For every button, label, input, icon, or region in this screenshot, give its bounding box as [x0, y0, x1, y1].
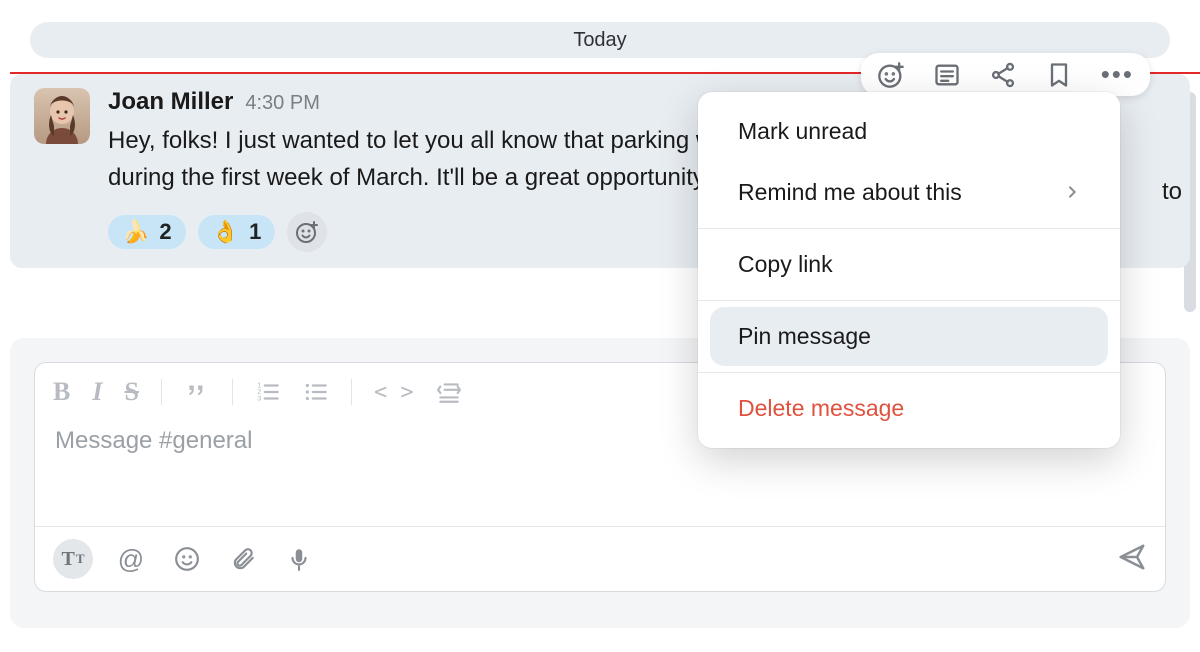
reaction-banana[interactable]: 🍌 2 — [108, 215, 186, 249]
reaction-ok-hand[interactable]: 👌 1 — [198, 215, 276, 249]
add-reaction-icon[interactable] — [877, 61, 905, 89]
menu-label: Mark unread — [738, 118, 867, 145]
code-block-button[interactable] — [436, 379, 462, 405]
overflow-text-fragment: to — [1162, 178, 1182, 206]
add-reaction-button[interactable] — [287, 212, 327, 252]
mention-button[interactable]: @ — [113, 541, 149, 577]
menu-separator — [698, 228, 1120, 229]
ordered-list-button[interactable]: 123 — [255, 379, 281, 405]
thread-icon[interactable] — [933, 61, 961, 89]
toolbar-separator — [232, 379, 233, 405]
strikethrough-button[interactable]: S — [124, 377, 138, 407]
menu-label: Pin message — [738, 323, 871, 350]
menu-separator — [698, 300, 1120, 301]
attachment-button[interactable] — [225, 541, 261, 577]
share-icon[interactable] — [989, 61, 1017, 89]
composer-bottom-toolbar: TT @ — [35, 527, 1165, 591]
menu-label: Copy link — [738, 251, 833, 278]
menu-pin-message[interactable]: Pin message — [710, 307, 1108, 366]
menu-mark-unread[interactable]: Mark unread — [710, 102, 1108, 161]
bold-button[interactable]: B — [53, 377, 70, 407]
menu-separator — [698, 372, 1120, 373]
reaction-count: 1 — [249, 219, 261, 245]
toolbar-separator — [351, 379, 352, 405]
message-hover-toolbar: ••• — [861, 53, 1150, 96]
more-actions-icon[interactable]: ••• — [1101, 59, 1134, 90]
unordered-list-button[interactable] — [303, 379, 329, 405]
bookmark-icon[interactable] — [1045, 61, 1073, 89]
italic-button[interactable]: I — [92, 377, 102, 407]
menu-copy-link[interactable]: Copy link — [710, 235, 1108, 294]
formatting-toggle-button[interactable]: TT — [53, 539, 93, 579]
send-button[interactable] — [1117, 542, 1147, 577]
date-label: Today — [573, 29, 626, 52]
ok-hand-emoji: 👌 — [212, 219, 239, 245]
chevron-right-icon — [1064, 179, 1080, 206]
emoji-button[interactable] — [169, 541, 205, 577]
menu-delete-message[interactable]: Delete message — [710, 379, 1108, 438]
menu-remind-me[interactable]: Remind me about this — [710, 163, 1108, 222]
menu-label: Delete message — [738, 395, 904, 422]
message-context-menu: Mark unread Remind me about this Copy li… — [698, 92, 1120, 448]
message-author[interactable]: Joan Miller — [108, 88, 233, 116]
audio-record-button[interactable] — [281, 541, 317, 577]
menu-label: Remind me about this — [738, 179, 962, 206]
avatar[interactable] — [34, 88, 90, 144]
inline-code-button[interactable]: < > — [374, 380, 414, 405]
message-time: 4:30 PM — [245, 92, 319, 115]
banana-emoji: 🍌 — [122, 219, 149, 245]
reaction-count: 2 — [159, 219, 171, 245]
blockquote-button[interactable] — [184, 379, 210, 405]
toolbar-separator — [161, 379, 162, 405]
svg-text:3: 3 — [257, 394, 261, 403]
